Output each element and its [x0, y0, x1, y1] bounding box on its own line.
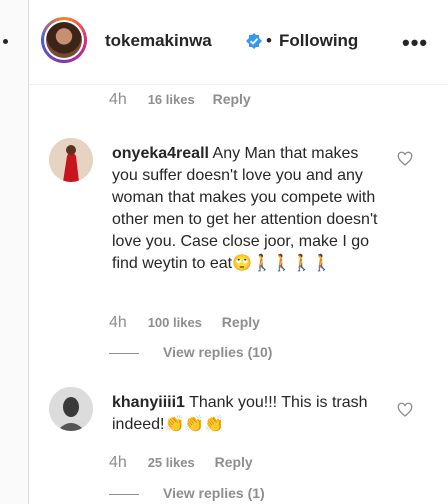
commenter-avatar[interactable]	[49, 138, 93, 182]
profile-avatar[interactable]	[41, 17, 87, 63]
reply-button[interactable]: Reply	[215, 454, 253, 470]
comment-age: 4h	[109, 314, 127, 331]
divider-line	[109, 352, 139, 354]
comment-emoji: 👏👏👏	[164, 416, 225, 433]
comment-text: onyeka4reall Any Man that makes you suff…	[112, 143, 382, 275]
comment-username[interactable]: onyeka4reall	[112, 145, 209, 162]
view-replies-label[interactable]: View replies (10)	[163, 344, 272, 360]
comment-age: 4h	[109, 91, 127, 108]
likes-count[interactable]: 16 likes	[148, 92, 195, 107]
comment-meta: 4h 100 likes Reply	[109, 314, 260, 332]
view-replies-link[interactable]: View replies (1)	[109, 485, 265, 501]
view-replies-link[interactable]: View replies (10)	[109, 344, 272, 360]
comments-panel: tokemakinwa • Following ••• 4h 16 likes …	[29, 0, 448, 504]
commenter-avatar[interactable]	[49, 387, 93, 431]
comment-text: khanyiiii1 Thank you!!! This is trash in…	[112, 392, 382, 436]
bullet-icon	[3, 39, 8, 44]
header-separator: •	[266, 31, 272, 50]
prev-comment-meta: 4h 16 likes Reply	[109, 91, 251, 109]
reply-button[interactable]: Reply	[222, 314, 260, 330]
post-header: tokemakinwa • Following •••	[29, 0, 448, 85]
comment-emoji: 🙄🚶🚶🚶🚶	[232, 255, 332, 272]
verified-badge-icon	[246, 33, 262, 49]
likes-count[interactable]: 100 likes	[148, 315, 202, 330]
comment-age: 4h	[109, 454, 127, 471]
divider-line	[109, 493, 139, 495]
more-options-icon[interactable]: •••	[402, 30, 428, 56]
heart-icon[interactable]	[397, 402, 413, 418]
header-username[interactable]: tokemakinwa	[105, 31, 212, 51]
comment-username[interactable]: khanyiiii1	[112, 394, 185, 411]
left-panel-edge	[0, 0, 29, 504]
likes-count[interactable]: 25 likes	[148, 455, 195, 470]
reply-button[interactable]: Reply	[213, 91, 251, 107]
heart-icon[interactable]	[397, 151, 413, 167]
following-button[interactable]: Following	[279, 31, 358, 51]
comment-meta: 4h 25 likes Reply	[109, 454, 253, 472]
view-replies-label[interactable]: View replies (1)	[163, 485, 265, 501]
